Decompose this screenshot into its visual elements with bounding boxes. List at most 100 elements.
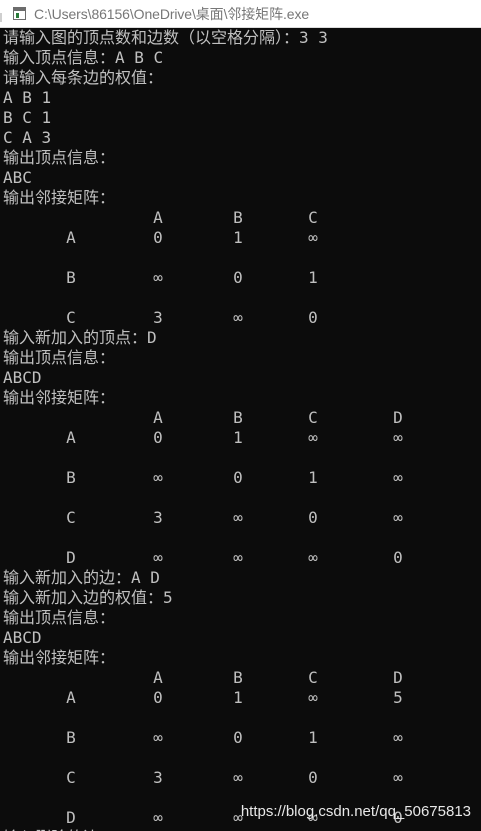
matrix-col-header: A xyxy=(153,208,163,227)
matrix-row-label: A xyxy=(66,688,76,707)
console-line: 输入新加入的边：A D xyxy=(3,568,160,587)
matrix-cell: ∞ xyxy=(153,548,163,567)
matrix-cell: 0 xyxy=(153,228,163,247)
console-line: 输入顶点信息：A B C xyxy=(3,48,164,67)
matrix-cell: ∞ xyxy=(308,428,318,447)
console-line: 输出邻接矩阵： xyxy=(3,648,116,667)
matrix-cell: ∞ xyxy=(153,728,163,747)
matrix-cell: 1 xyxy=(308,268,318,287)
matrix-row-label: D xyxy=(66,808,76,827)
matrix-cell: ∞ xyxy=(233,768,243,787)
matrix-cell: 0 xyxy=(393,548,403,567)
matrix-cell: ∞ xyxy=(153,808,163,827)
matrix-row-label: B xyxy=(66,728,76,747)
matrix-cell: ∞ xyxy=(393,428,403,447)
console-line: 请输入每条边的权值： xyxy=(3,68,164,87)
window-edge-mark xyxy=(0,13,2,22)
matrix-col-header: C xyxy=(308,408,318,427)
matrix-cell: ∞ xyxy=(233,548,243,567)
matrix-cell: ∞ xyxy=(308,688,318,707)
matrix-cell: ∞ xyxy=(233,308,243,327)
matrix-row-gap xyxy=(3,448,481,468)
matrix-cell: ∞ xyxy=(393,508,403,527)
matrix-row-gap xyxy=(3,248,481,268)
matrix-row: A 0 1 ∞ xyxy=(3,228,481,248)
matrix-cell: ∞ xyxy=(308,548,318,567)
matrix-row-label: A xyxy=(66,428,76,447)
matrix-cell: 3 xyxy=(153,768,163,787)
matrix-row: C 3 ∞ 0 xyxy=(3,308,481,328)
matrix-col-header: C xyxy=(308,208,318,227)
matrix-cell: 0 xyxy=(233,268,243,287)
matrix-cell: 0 xyxy=(308,308,318,327)
matrix-row-label: A xyxy=(66,228,76,247)
matrix-row-gap xyxy=(3,488,481,508)
watermark: https://blog.csdn.net/qq_50675813 xyxy=(240,803,471,820)
matrix-cell: 0 xyxy=(153,688,163,707)
matrix-row-gap xyxy=(3,708,481,728)
matrix-cell: 1 xyxy=(308,468,318,487)
matrix-cell: 1 xyxy=(233,428,243,447)
console-line: C A 3 xyxy=(3,128,52,147)
matrix-row: B ∞ 0 1 ∞ xyxy=(3,728,481,748)
matrix-header-row: A B C D xyxy=(3,408,481,428)
matrix-cell: 0 xyxy=(233,468,243,487)
console-line: ABCD xyxy=(3,628,42,647)
console-line: 输出顶点信息： xyxy=(3,148,116,167)
console-line: 输出顶点信息： xyxy=(3,348,116,367)
matrix-col-header: B xyxy=(233,408,243,427)
matrix-cell: ∞ xyxy=(233,508,243,527)
matrix-header-row: A B C D xyxy=(3,668,481,688)
matrix-cell: ∞ xyxy=(308,228,318,247)
matrix-cell: ∞ xyxy=(393,468,403,487)
matrix-cell: 1 xyxy=(233,228,243,247)
console-line: ABCD xyxy=(3,368,42,387)
matrix-row: B ∞ 0 1 xyxy=(3,268,481,288)
matrix-row-gap xyxy=(3,528,481,548)
matrix-row: C 3 ∞ 0 ∞ xyxy=(3,508,481,528)
matrix-cell: 0 xyxy=(308,508,318,527)
matrix-row-gap xyxy=(3,748,481,768)
console-app-icon xyxy=(13,7,26,20)
matrix-cell: 0 xyxy=(153,428,163,447)
matrix-row-label: C xyxy=(66,768,76,787)
console-line: B C 1 xyxy=(3,108,52,127)
matrix-col-header: C xyxy=(308,668,318,687)
matrix-col-header: A xyxy=(153,668,163,687)
console-line: 输入新加入的顶点：D xyxy=(3,328,157,347)
console-line: 输出邻接矩阵： xyxy=(3,188,116,207)
matrix-row-label: B xyxy=(66,268,76,287)
matrix-cell: ∞ xyxy=(153,468,163,487)
matrix-row: A 0 1 ∞ 5 xyxy=(3,688,481,708)
matrix-col-header: D xyxy=(393,668,403,687)
matrix-row: B ∞ 0 1 ∞ xyxy=(3,468,481,488)
matrix-header-row: A B C xyxy=(3,208,481,228)
matrix-row-label: C xyxy=(66,508,76,527)
matrix-col-header: B xyxy=(233,668,243,687)
console-line: A B 1 xyxy=(3,88,52,107)
matrix-row: C 3 ∞ 0 ∞ xyxy=(3,768,481,788)
matrix-col-header: D xyxy=(393,408,403,427)
console-line: 输出邻接矩阵： xyxy=(3,388,116,407)
window-title: C:\Users\86156\OneDrive\桌面\邻接矩阵.exe xyxy=(34,5,310,22)
matrix-cell: 1 xyxy=(308,728,318,747)
matrix-row-gap xyxy=(3,288,481,308)
matrix-row: A 0 1 ∞ ∞ xyxy=(3,428,481,448)
console-output[interactable]: 请输入图的顶点数和边数（以空格分隔）：3 3 输入顶点信息：A B C 请输入每条边… xyxy=(3,28,481,831)
matrix-row-label: C xyxy=(66,308,76,327)
console-line: 请输入图的顶点数和边数（以空格分隔）：3 3 xyxy=(3,28,328,47)
matrix-cell: 5 xyxy=(393,688,403,707)
matrix-cell: 3 xyxy=(153,308,163,327)
console-line: 输入新加入边的权值：5 xyxy=(3,588,173,607)
title-bar[interactable]: C:\Users\86156\OneDrive\桌面\邻接矩阵.exe xyxy=(0,0,481,28)
matrix-cell: ∞ xyxy=(393,768,403,787)
matrix-row: D ∞ ∞ ∞ 0 xyxy=(3,548,481,568)
matrix-cell: ∞ xyxy=(393,728,403,747)
matrix-cell: 0 xyxy=(233,728,243,747)
matrix-col-header: A xyxy=(153,408,163,427)
matrix-row-label: D xyxy=(66,548,76,567)
matrix-row-label: B xyxy=(66,468,76,487)
matrix-cell: 1 xyxy=(233,688,243,707)
matrix-cell: ∞ xyxy=(153,268,163,287)
console-line: ABC xyxy=(3,168,32,187)
